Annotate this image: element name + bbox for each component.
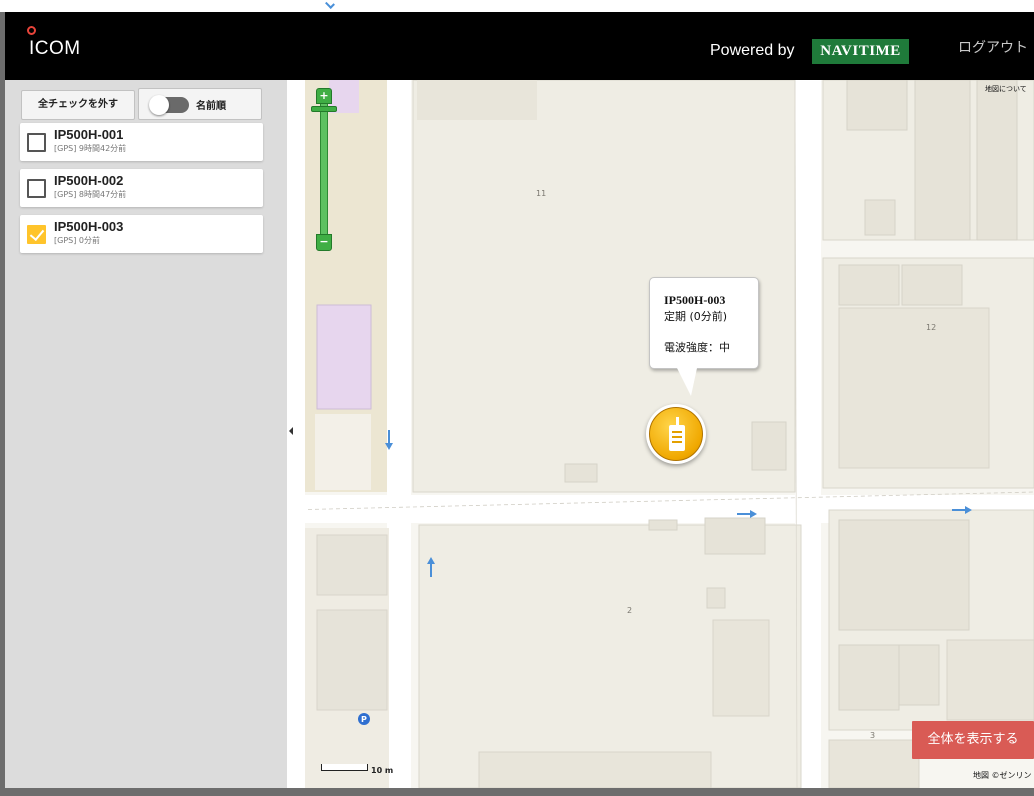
device-status: [GPS] 0分前 — [54, 236, 100, 245]
handheld-radio-icon — [669, 417, 685, 451]
device-checkbox-001[interactable] — [27, 133, 46, 152]
sort-toggle[interactable] — [149, 95, 189, 115]
window-bottom-border — [0, 788, 1034, 796]
device-item-002[interactable]: IP500H-002 [GPS] 8時間47分前 — [20, 169, 263, 207]
device-name: IP500H-002 — [54, 173, 124, 188]
uncheck-all-button[interactable]: 全チェックを外す — [21, 90, 135, 120]
zoom-in-button[interactable]: + — [316, 88, 332, 104]
svg-text:P: P — [361, 715, 367, 724]
cursor-mark — [325, 0, 335, 9]
logo-dot-icon — [27, 26, 36, 35]
navitime-badge[interactable]: NAVITIME — [812, 39, 909, 64]
popup-signal-strength: 電波強度：中 — [664, 341, 730, 354]
collapse-arrow-icon[interactable] — [289, 427, 293, 435]
zoom-slider-track[interactable] — [320, 104, 328, 234]
zoom-slider-handle[interactable] — [311, 106, 337, 112]
show-all-button[interactable]: 全体を表示する — [912, 721, 1034, 759]
zoom-out-button[interactable]: − — [316, 234, 332, 251]
block-label-2: 2 — [627, 606, 632, 615]
map-attribution-link[interactable]: 地図について — [985, 84, 1027, 94]
header-bar: ICOM Powered by NAVITIME ログアウト — [5, 12, 1034, 80]
sidebar-collapse-tab[interactable] — [287, 80, 305, 788]
radio-marker-icon[interactable] — [646, 404, 706, 464]
top-strip — [0, 0, 1034, 12]
device-checkbox-003[interactable] — [27, 225, 46, 244]
device-checkbox-002[interactable] — [27, 179, 46, 198]
popup-tail — [677, 368, 697, 396]
device-item-003[interactable]: IP500H-003 [GPS] 0分前 — [20, 215, 263, 253]
app-logo: ICOM — [29, 38, 81, 59]
device-status: [GPS] 8時間47分前 — [54, 190, 127, 199]
app-root: ICOM Powered by NAVITIME ログアウト 全チェックを外す … — [0, 0, 1034, 796]
block-label-11: 11 — [536, 189, 546, 198]
radio-marker-face[interactable] — [649, 407, 703, 461]
map-scale-label: 10 m — [371, 766, 394, 775]
device-info-popup: IP500H-003 定期 (0分前) 電波強度：中 — [649, 277, 759, 369]
popup-device-name: IP500H-003 — [664, 293, 726, 307]
sort-label: 名前順 — [196, 101, 226, 112]
device-status: [GPS] 9時間42分前 — [54, 144, 127, 153]
device-sidebar: 全チェックを外す 名前順 IP500H-001 [GPS] 9時間42分前 IP… — [5, 80, 287, 788]
map-scale-bar — [321, 764, 368, 771]
block-label-12: 12 — [926, 323, 936, 332]
device-name: IP500H-003 — [54, 219, 124, 234]
logout-link[interactable]: ログアウト — [958, 37, 1028, 57]
powered-by-label: Powered by — [710, 42, 795, 59]
block-label-3: 3 — [870, 731, 875, 740]
parking-icon: P — [358, 713, 370, 725]
sort-toggle-knob[interactable] — [149, 95, 169, 115]
map-copyright: 地図 ©ゼンリン — [973, 771, 1032, 780]
popup-report-type: 定期 (0分前) — [664, 310, 728, 323]
sort-toggle-box[interactable]: 名前順 — [138, 88, 262, 120]
device-item-001[interactable]: IP500H-001 [GPS] 9時間42分前 — [20, 123, 263, 161]
device-name: IP500H-001 — [54, 127, 124, 142]
map-view[interactable]: 11 12 2 3 P + − 地図について IP500H-003 定期 (0分… — [287, 80, 1034, 788]
